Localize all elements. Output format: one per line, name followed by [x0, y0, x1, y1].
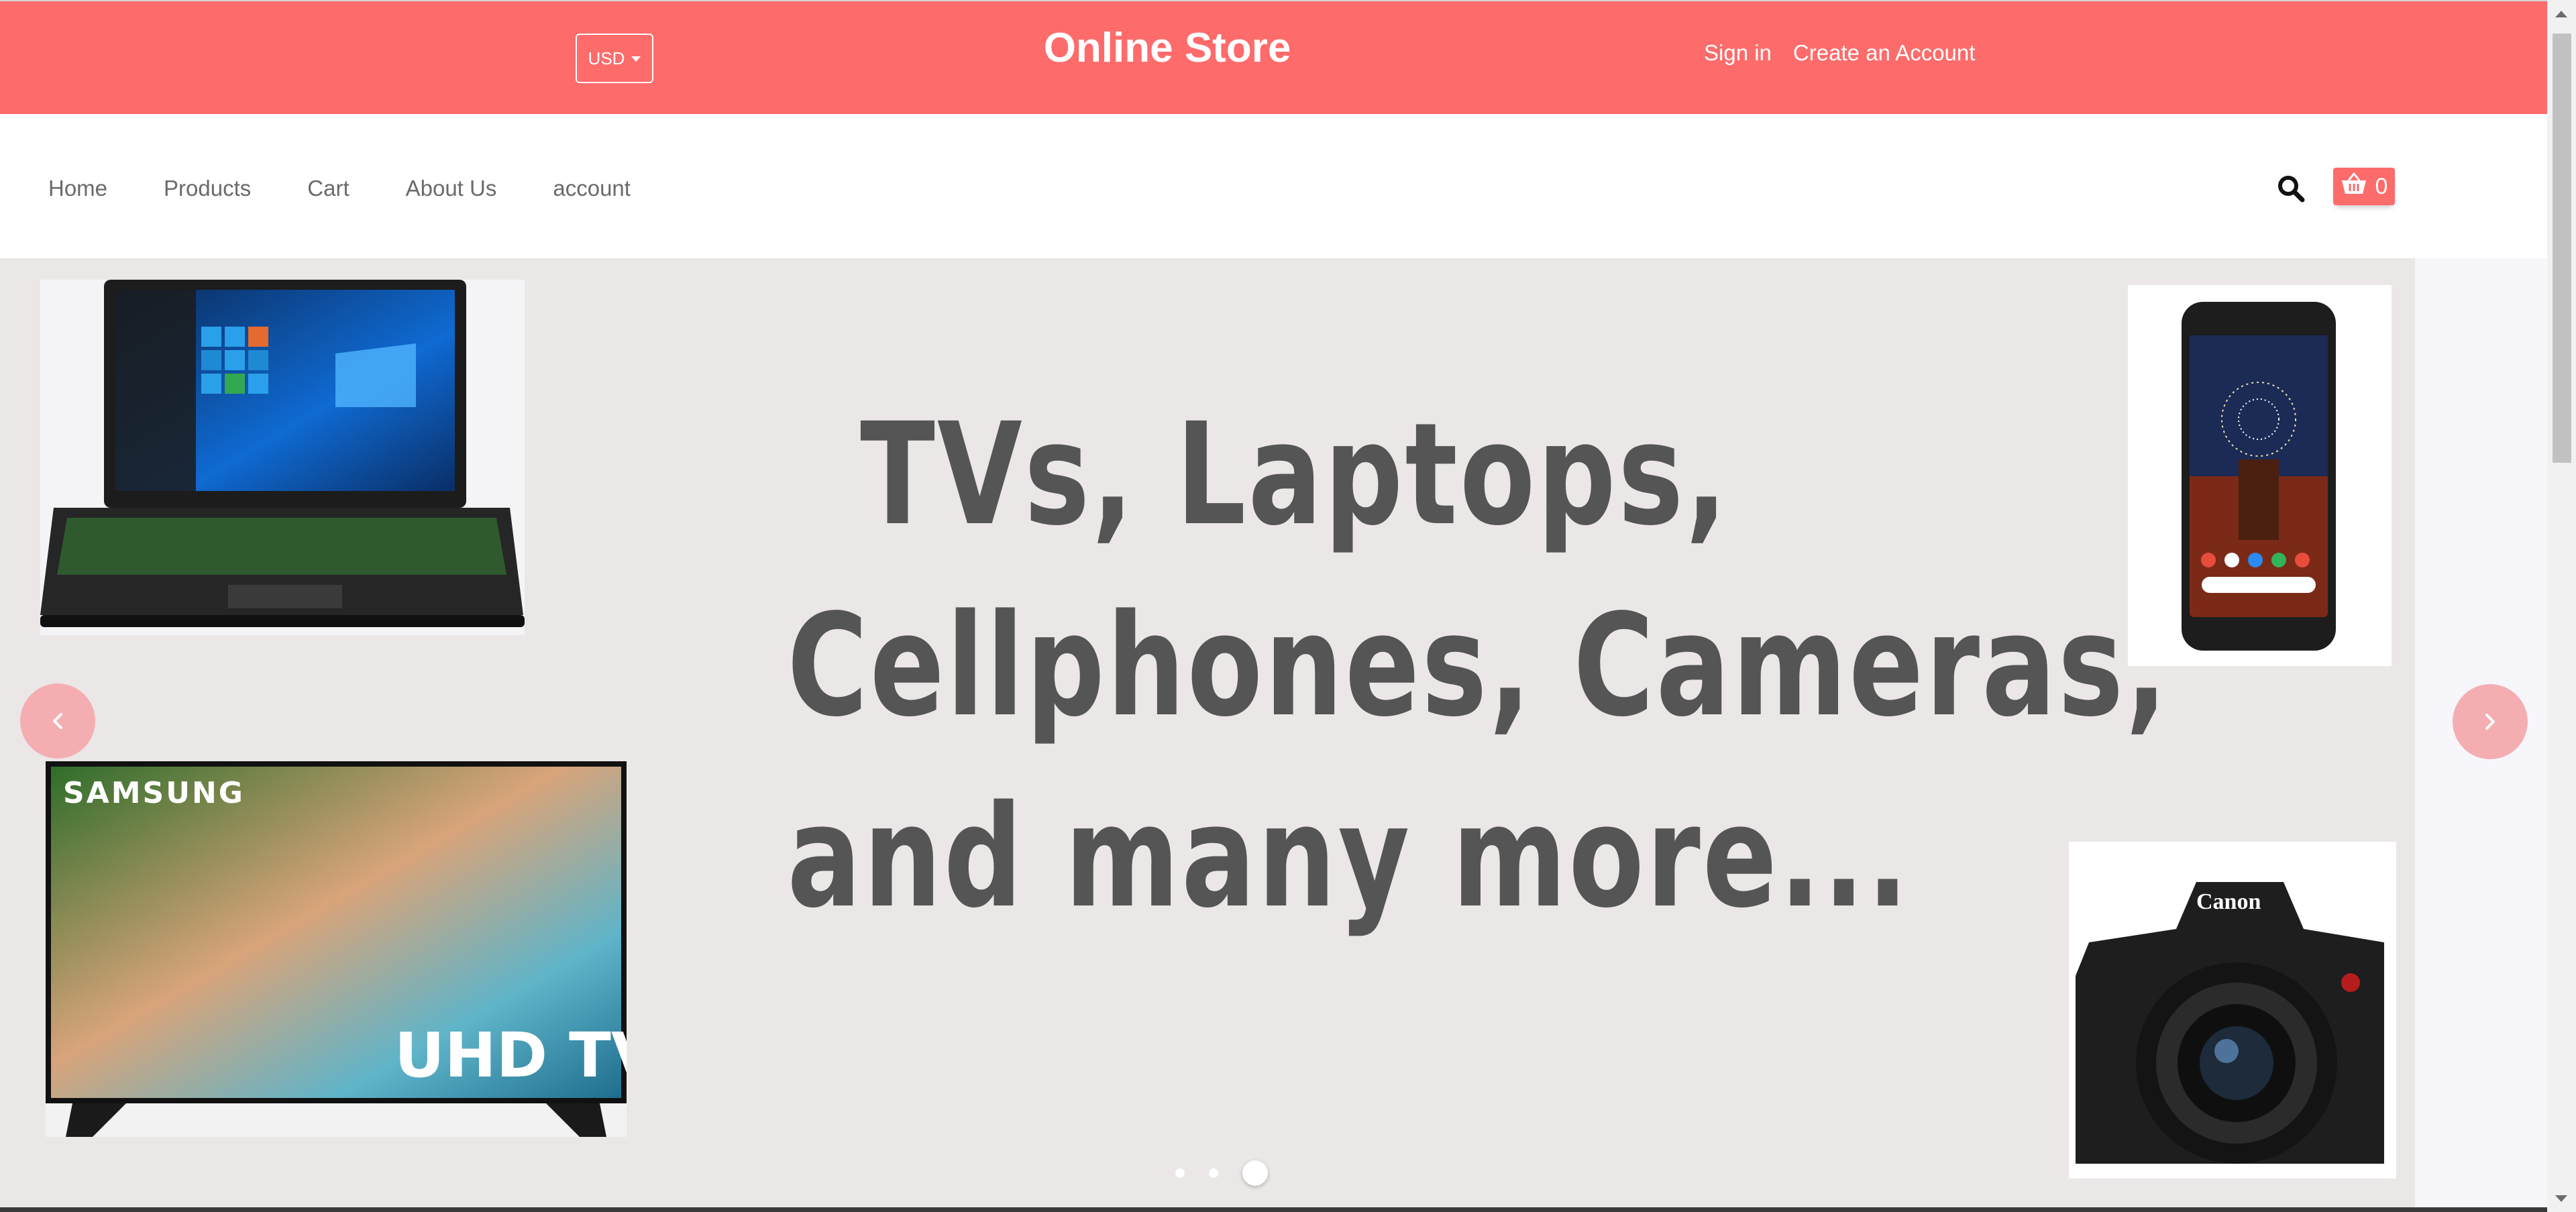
top-header: USD Online Store Sign in Create an Accou… [0, 0, 2547, 114]
carousel-next-button[interactable] [2453, 684, 2528, 759]
store-title[interactable]: Online Store [979, 21, 1355, 75]
nav-item-products[interactable]: Products [164, 172, 251, 205]
hero-headline: TVs, Laptops, Cellphones, Cameras, and m… [787, 379, 2169, 952]
nav-item-cart[interactable]: Cart [307, 172, 349, 205]
carousel-dot-3[interactable] [1242, 1160, 1268, 1186]
scroll-thumb[interactable] [2553, 34, 2571, 463]
cart-button[interactable]: 0 [2333, 168, 2395, 205]
laptop-image [40, 280, 525, 635]
hero-line-1: TVs, Laptops, [860, 392, 1729, 557]
camera-brand-text: Canon [2196, 889, 2261, 914]
carousel-indicators [1175, 1160, 1268, 1186]
currency-selector[interactable]: USD [576, 34, 653, 83]
page-scrollbar[interactable] [2547, 0, 2576, 1212]
nav-item-about-us[interactable]: About Us [406, 172, 497, 205]
chevron-left-icon [53, 713, 62, 729]
tv-label-text: UHD TV [394, 1020, 627, 1091]
search-icon[interactable] [2275, 173, 2308, 205]
scroll-up-icon[interactable] [2555, 11, 2567, 17]
cart-count: 0 [2375, 173, 2388, 199]
carousel-dot-2[interactable] [1209, 1168, 1218, 1178]
nav-item-account[interactable]: account [553, 172, 631, 205]
hero-line-3: and many more... [787, 775, 1911, 939]
main-navbar: Home Products Cart About Us account 0 [0, 114, 2547, 258]
hero-line-2: Cellphones, Cameras, [787, 584, 2169, 748]
nav-menu: Home Products Cart About Us account [48, 172, 631, 205]
chevron-right-icon [2485, 714, 2495, 730]
create-account-link[interactable]: Create an Account [1793, 36, 1976, 70]
nav-item-home[interactable]: Home [48, 172, 107, 205]
sign-in-link[interactable]: Sign in [1704, 36, 1772, 70]
hero-carousel: SAMSUNG UHD TV Canon [0, 258, 2415, 1207]
camera-image: Canon [2069, 842, 2396, 1178]
caret-down-icon [631, 56, 641, 62]
tv-brand-text: SAMSUNG [63, 776, 245, 810]
carousel-dot-1[interactable] [1175, 1168, 1185, 1178]
basket-icon [2341, 172, 2367, 201]
auth-links: Sign in Create an Account [1704, 36, 1975, 70]
carousel-prev-button[interactable] [20, 683, 95, 759]
currency-label: USD [588, 48, 625, 68]
tv-image: SAMSUNG UHD TV [46, 761, 659, 1137]
bottom-divider [0, 1207, 2547, 1212]
scroll-down-icon[interactable] [2555, 1195, 2567, 1202]
